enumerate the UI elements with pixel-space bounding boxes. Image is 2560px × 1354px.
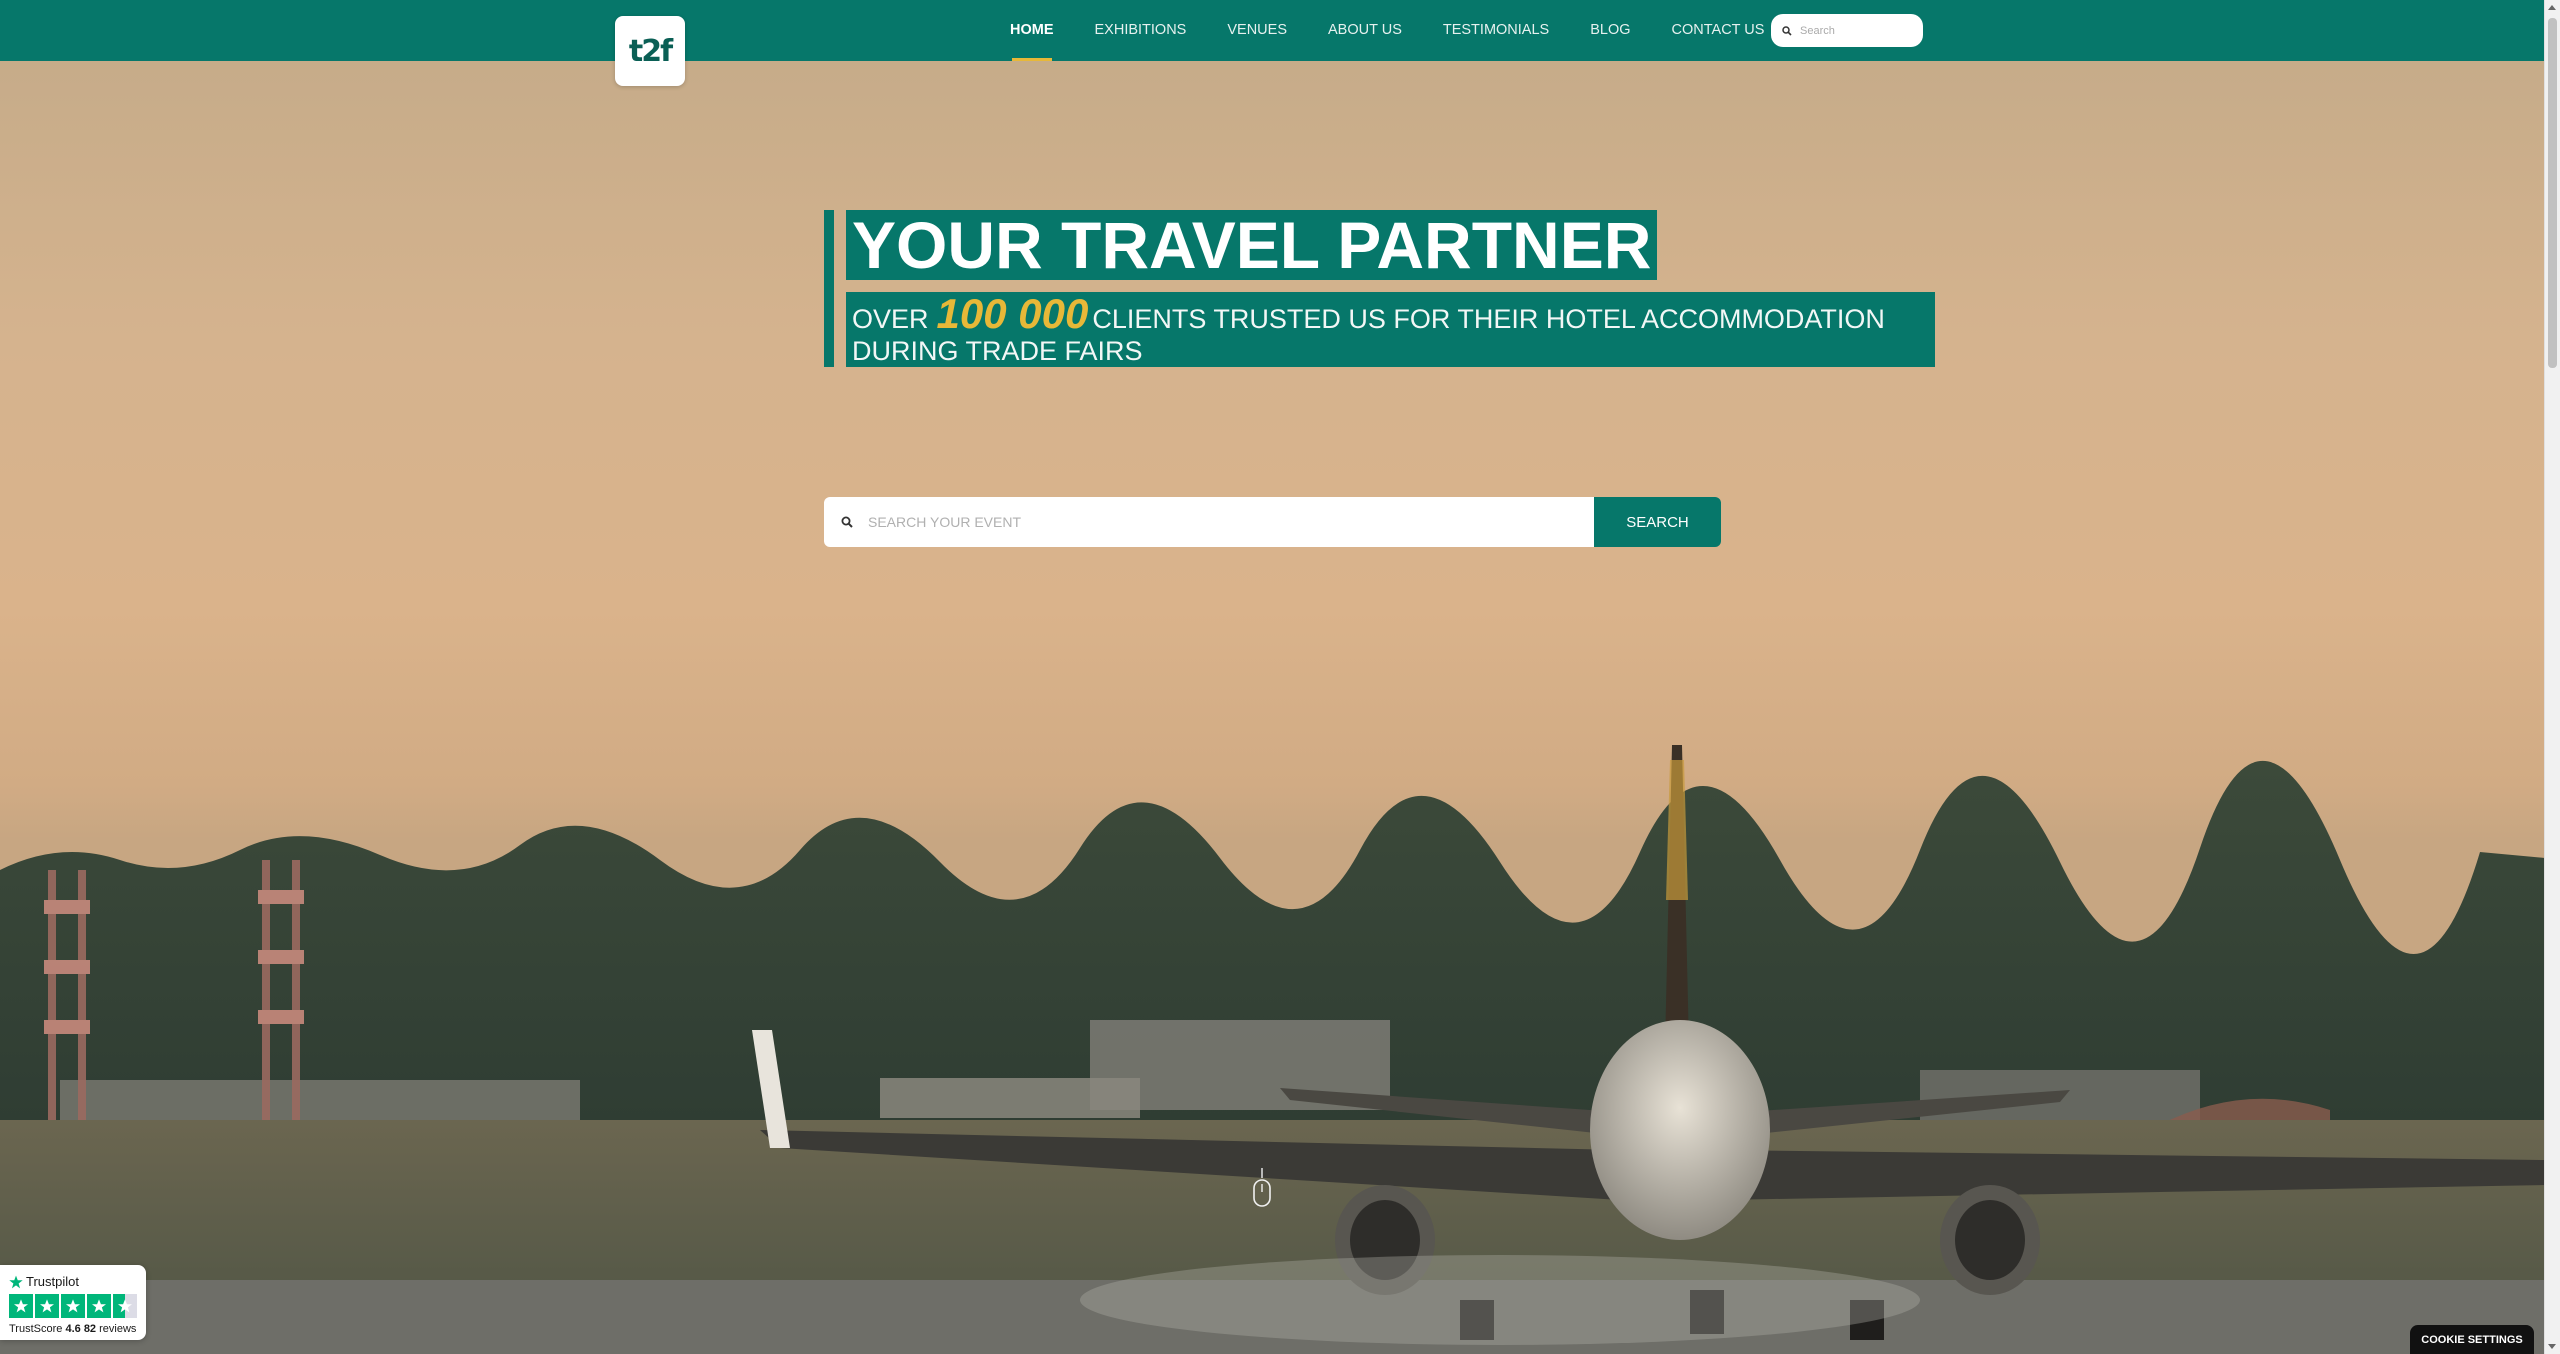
trustpilot-score-label: TrustScore — [9, 1323, 63, 1335]
nav-item-venues[interactable]: VENUES — [1227, 0, 1287, 61]
hero-subtitle-prefix: OVER — [852, 304, 929, 334]
top-navbar: t2f HOME EXHIBITIONS VENUES ABOUT US TES… — [0, 0, 2545, 86]
trustpilot-header: Trustpilot — [9, 1274, 79, 1289]
search-icon — [1782, 25, 1792, 36]
trustpilot-review-count: 82 — [83, 1323, 97, 1335]
mouse-scroll-icon[interactable] — [1252, 1168, 1272, 1208]
scroll-up-arrow-icon[interactable] — [2548, 5, 2556, 10]
logo-text: t2f — [628, 33, 673, 69]
logo[interactable]: t2f — [615, 16, 685, 86]
scrollbar-thumb[interactable] — [2548, 18, 2557, 368]
nav-item-about-us[interactable]: ABOUT US — [1328, 0, 1402, 61]
star-icon — [9, 1294, 33, 1318]
page: t2f HOME EXHIBITIONS VENUES ABOUT US TES… — [0, 0, 2560, 1354]
scroll-down-arrow-icon[interactable] — [2548, 1344, 2556, 1349]
nav-item-blog[interactable]: BLOG — [1590, 0, 1630, 61]
trustpilot-star-icon — [9, 1275, 23, 1288]
cookie-settings-button[interactable]: COOKIE SETTINGS — [2410, 1325, 2534, 1354]
hero-background-image — [0, 0, 2545, 1354]
nav-search-box — [1771, 14, 1923, 47]
trustpilot-rating-stars — [9, 1294, 139, 1318]
trustpilot-widget[interactable]: Trustpilot TrustScore 4.6 82 reviews — [0, 1265, 146, 1340]
page-scrollbar[interactable] — [2544, 0, 2560, 1354]
hero-subtitle: OVER 100 000 CLIENTS TRUSTED US FOR THEIR … — [846, 292, 1935, 367]
hero-title: YOUR TRAVEL PARTNER — [846, 210, 1658, 280]
nav-item-home[interactable]: HOME — [1010, 0, 1054, 61]
star-icon — [87, 1294, 111, 1318]
star-half-icon — [113, 1294, 137, 1318]
airport-scene-illustration — [0, 745, 2545, 1354]
nav-item-exhibitions[interactable]: EXHIBITIONS — [1095, 0, 1187, 61]
trustpilot-brand: Trustpilot — [26, 1274, 79, 1289]
trustpilot-score-value: 4.6 — [65, 1323, 81, 1335]
star-icon — [35, 1294, 59, 1318]
event-search-button[interactable]: SEARCH — [1594, 497, 1721, 547]
star-icon — [61, 1294, 85, 1318]
event-search-input[interactable] — [866, 513, 1570, 531]
hero-accent-bar — [824, 210, 834, 367]
event-search-box — [824, 497, 1594, 547]
nav-menu: HOME EXHIBITIONS VENUES ABOUT US TESTIMO… — [1010, 0, 1805, 61]
nav-item-contact-us[interactable]: CONTACT US — [1672, 0, 1765, 61]
hero-subtitle-highlight: 100 000 — [936, 290, 1089, 337]
nav-item-testimonials[interactable]: TESTIMONIALS — [1443, 0, 1549, 61]
trustpilot-reviews-label: reviews — [99, 1323, 137, 1335]
trustpilot-score: TrustScore 4.6 82 reviews — [9, 1323, 136, 1335]
search-icon — [841, 516, 853, 528]
nav-search-input[interactable] — [1798, 23, 1912, 38]
